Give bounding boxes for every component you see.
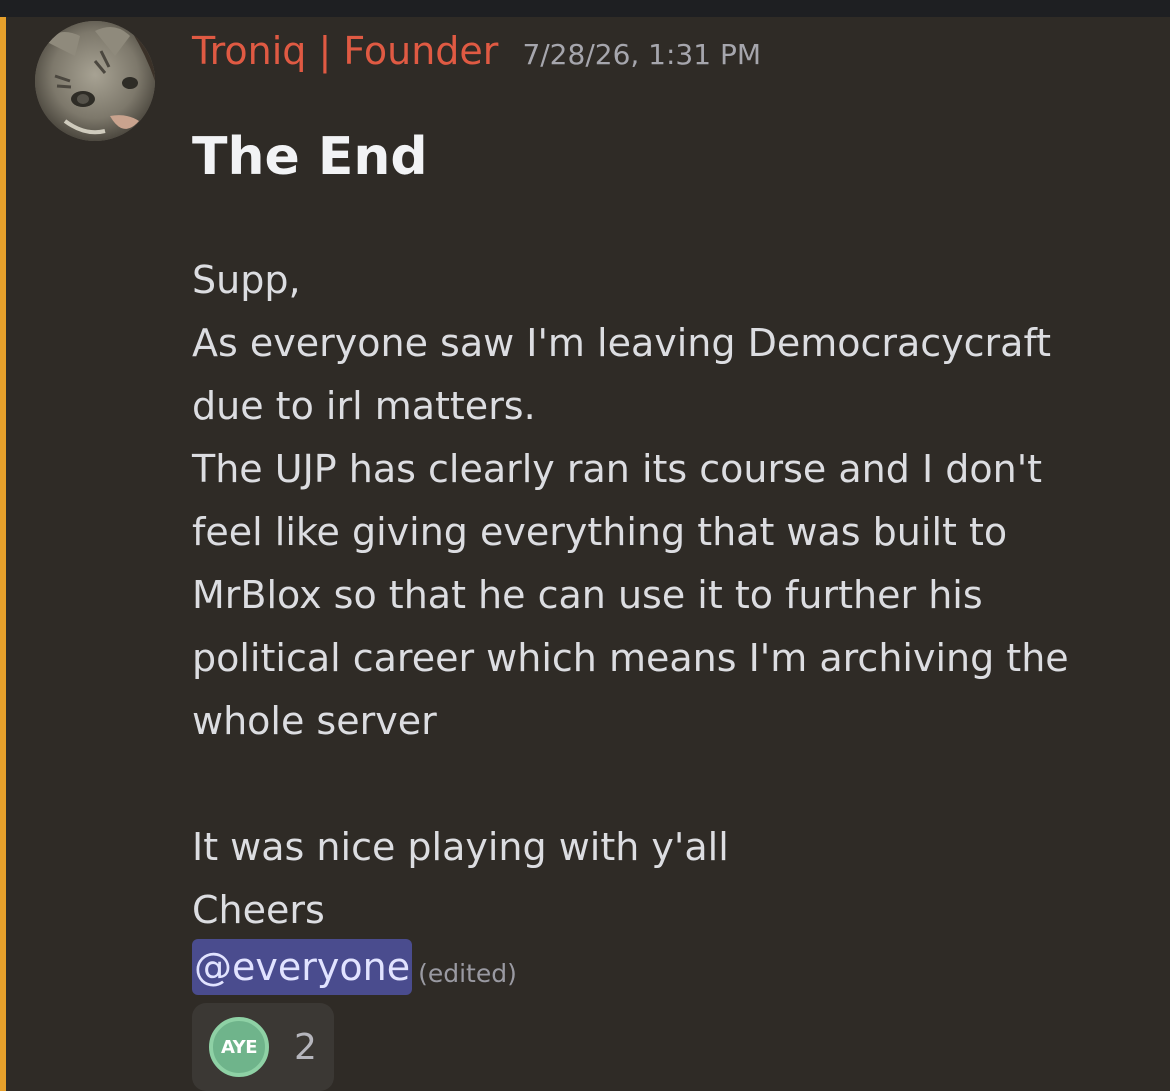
message-item[interactable]: Troniq | Founder 7/28/26, 1:31 PM The En…	[0, 17, 1170, 1091]
message-line: political career which means I'm archivi…	[192, 636, 1069, 680]
everyone-mention[interactable]: @everyone	[192, 939, 413, 995]
message-line: whole server	[192, 699, 437, 743]
message-header: Troniq | Founder 7/28/26, 1:31 PM	[192, 29, 761, 77]
cat-avatar-icon[interactable]	[35, 21, 155, 141]
message-line: It was nice playing with y'all	[192, 825, 729, 869]
author-name[interactable]: Troniq | Founder	[192, 29, 498, 73]
reaction-button[interactable]: AYE 2	[192, 1003, 334, 1091]
mention-highlight-bar	[0, 17, 6, 1091]
reaction-count: 2	[294, 1026, 317, 1068]
message-line: As everyone saw I'm leaving Democracycra…	[192, 321, 1052, 365]
message-body: Supp, As everyone saw I'm leaving Democr…	[192, 249, 1152, 942]
message-line: feel like giving everything that was bui…	[192, 510, 1008, 554]
edited-label: (edited)	[418, 958, 517, 988]
message-line: due to irl matters.	[192, 384, 536, 428]
aye-emoji-icon: AYE	[209, 1017, 269, 1077]
message-heading: The End	[192, 127, 428, 187]
mention-line: @everyone (edited)	[192, 939, 517, 995]
top-bar	[0, 0, 1170, 17]
message-line: MrBlox so that he can use it to further …	[192, 573, 983, 617]
message-line: The UJP has clearly ran its course and I…	[192, 447, 1043, 491]
message-line: Cheers	[192, 888, 325, 932]
message-line: Supp,	[192, 258, 301, 302]
message-timestamp[interactable]: 7/28/26, 1:31 PM	[522, 38, 761, 71]
